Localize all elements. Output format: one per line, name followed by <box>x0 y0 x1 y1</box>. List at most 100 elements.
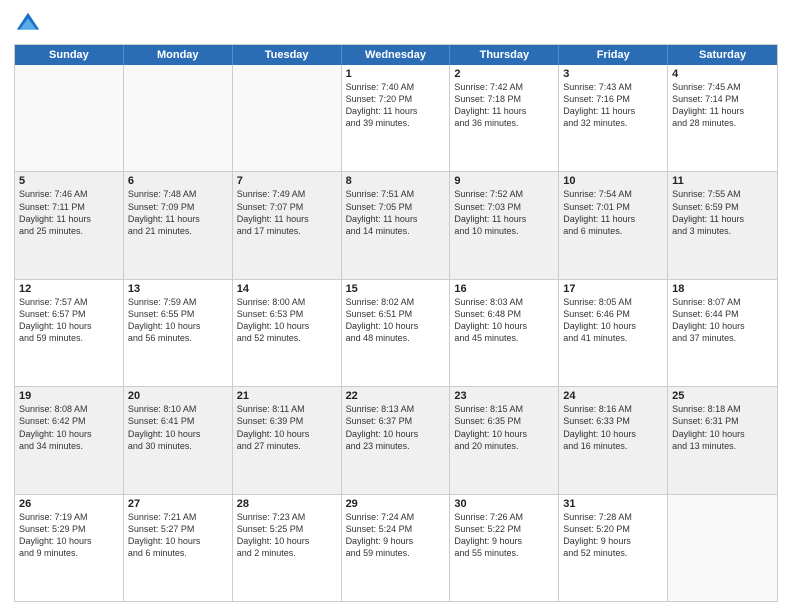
cell-text: Sunrise: 7:46 AM Sunset: 7:11 PM Dayligh… <box>19 188 119 237</box>
cal-cell: 12Sunrise: 7:57 AM Sunset: 6:57 PM Dayli… <box>15 280 124 386</box>
day-number: 23 <box>454 390 554 402</box>
day-number: 9 <box>454 175 554 187</box>
day-number: 18 <box>672 283 773 295</box>
day-number: 6 <box>128 175 228 187</box>
day-number: 22 <box>346 390 446 402</box>
cell-text: Sunrise: 7:19 AM Sunset: 5:29 PM Dayligh… <box>19 511 119 560</box>
header-day-sunday: Sunday <box>15 45 124 65</box>
cal-cell: 25Sunrise: 8:18 AM Sunset: 6:31 PM Dayli… <box>668 387 777 493</box>
header <box>14 10 778 38</box>
cell-text: Sunrise: 8:10 AM Sunset: 6:41 PM Dayligh… <box>128 403 228 452</box>
cal-cell: 18Sunrise: 8:07 AM Sunset: 6:44 PM Dayli… <box>668 280 777 386</box>
day-number: 29 <box>346 498 446 510</box>
cell-text: Sunrise: 8:13 AM Sunset: 6:37 PM Dayligh… <box>346 403 446 452</box>
cal-cell: 10Sunrise: 7:54 AM Sunset: 7:01 PM Dayli… <box>559 172 668 278</box>
day-number: 28 <box>237 498 337 510</box>
day-number: 2 <box>454 68 554 80</box>
cal-cell: 14Sunrise: 8:00 AM Sunset: 6:53 PM Dayli… <box>233 280 342 386</box>
header-day-friday: Friday <box>559 45 668 65</box>
cell-text: Sunrise: 7:51 AM Sunset: 7:05 PM Dayligh… <box>346 188 446 237</box>
day-number: 10 <box>563 175 663 187</box>
cal-cell: 28Sunrise: 7:23 AM Sunset: 5:25 PM Dayli… <box>233 495 342 601</box>
cal-cell <box>233 65 342 171</box>
day-number: 7 <box>237 175 337 187</box>
cal-cell: 8Sunrise: 7:51 AM Sunset: 7:05 PM Daylig… <box>342 172 451 278</box>
week-row-5: 26Sunrise: 7:19 AM Sunset: 5:29 PM Dayli… <box>15 495 777 601</box>
week-row-4: 19Sunrise: 8:08 AM Sunset: 6:42 PM Dayli… <box>15 387 777 494</box>
cal-cell <box>124 65 233 171</box>
logo <box>14 10 46 38</box>
cal-cell: 11Sunrise: 7:55 AM Sunset: 6:59 PM Dayli… <box>668 172 777 278</box>
cal-cell: 16Sunrise: 8:03 AM Sunset: 6:48 PM Dayli… <box>450 280 559 386</box>
cell-text: Sunrise: 7:40 AM Sunset: 7:20 PM Dayligh… <box>346 81 446 130</box>
day-number: 17 <box>563 283 663 295</box>
day-number: 11 <box>672 175 773 187</box>
day-number: 24 <box>563 390 663 402</box>
cell-text: Sunrise: 8:08 AM Sunset: 6:42 PM Dayligh… <box>19 403 119 452</box>
day-number: 14 <box>237 283 337 295</box>
cal-cell: 21Sunrise: 8:11 AM Sunset: 6:39 PM Dayli… <box>233 387 342 493</box>
cell-text: Sunrise: 7:24 AM Sunset: 5:24 PM Dayligh… <box>346 511 446 560</box>
cal-cell: 26Sunrise: 7:19 AM Sunset: 5:29 PM Dayli… <box>15 495 124 601</box>
day-number: 25 <box>672 390 773 402</box>
cell-text: Sunrise: 8:00 AM Sunset: 6:53 PM Dayligh… <box>237 296 337 345</box>
cell-text: Sunrise: 7:28 AM Sunset: 5:20 PM Dayligh… <box>563 511 663 560</box>
day-number: 5 <box>19 175 119 187</box>
cell-text: Sunrise: 8:05 AM Sunset: 6:46 PM Dayligh… <box>563 296 663 345</box>
week-row-3: 12Sunrise: 7:57 AM Sunset: 6:57 PM Dayli… <box>15 280 777 387</box>
cal-cell: 19Sunrise: 8:08 AM Sunset: 6:42 PM Dayli… <box>15 387 124 493</box>
cal-cell: 1Sunrise: 7:40 AM Sunset: 7:20 PM Daylig… <box>342 65 451 171</box>
cal-cell: 7Sunrise: 7:49 AM Sunset: 7:07 PM Daylig… <box>233 172 342 278</box>
day-number: 15 <box>346 283 446 295</box>
day-number: 31 <box>563 498 663 510</box>
cell-text: Sunrise: 7:54 AM Sunset: 7:01 PM Dayligh… <box>563 188 663 237</box>
day-number: 16 <box>454 283 554 295</box>
cal-cell: 23Sunrise: 8:15 AM Sunset: 6:35 PM Dayli… <box>450 387 559 493</box>
cell-text: Sunrise: 7:59 AM Sunset: 6:55 PM Dayligh… <box>128 296 228 345</box>
day-number: 1 <box>346 68 446 80</box>
day-number: 26 <box>19 498 119 510</box>
day-number: 19 <box>19 390 119 402</box>
week-row-2: 5Sunrise: 7:46 AM Sunset: 7:11 PM Daylig… <box>15 172 777 279</box>
day-number: 3 <box>563 68 663 80</box>
calendar-body: 1Sunrise: 7:40 AM Sunset: 7:20 PM Daylig… <box>15 65 777 601</box>
cell-text: Sunrise: 7:21 AM Sunset: 5:27 PM Dayligh… <box>128 511 228 560</box>
cal-cell: 13Sunrise: 7:59 AM Sunset: 6:55 PM Dayli… <box>124 280 233 386</box>
cal-cell: 6Sunrise: 7:48 AM Sunset: 7:09 PM Daylig… <box>124 172 233 278</box>
cal-cell: 5Sunrise: 7:46 AM Sunset: 7:11 PM Daylig… <box>15 172 124 278</box>
cell-text: Sunrise: 7:43 AM Sunset: 7:16 PM Dayligh… <box>563 81 663 130</box>
cell-text: Sunrise: 7:42 AM Sunset: 7:18 PM Dayligh… <box>454 81 554 130</box>
page: SundayMondayTuesdayWednesdayThursdayFrid… <box>0 0 792 612</box>
cal-cell: 24Sunrise: 8:16 AM Sunset: 6:33 PM Dayli… <box>559 387 668 493</box>
header-day-tuesday: Tuesday <box>233 45 342 65</box>
day-number: 30 <box>454 498 554 510</box>
cal-cell: 3Sunrise: 7:43 AM Sunset: 7:16 PM Daylig… <box>559 65 668 171</box>
cal-cell: 9Sunrise: 7:52 AM Sunset: 7:03 PM Daylig… <box>450 172 559 278</box>
cell-text: Sunrise: 7:48 AM Sunset: 7:09 PM Dayligh… <box>128 188 228 237</box>
cell-text: Sunrise: 8:15 AM Sunset: 6:35 PM Dayligh… <box>454 403 554 452</box>
day-number: 27 <box>128 498 228 510</box>
cell-text: Sunrise: 8:07 AM Sunset: 6:44 PM Dayligh… <box>672 296 773 345</box>
cell-text: Sunrise: 7:45 AM Sunset: 7:14 PM Dayligh… <box>672 81 773 130</box>
cell-text: Sunrise: 8:02 AM Sunset: 6:51 PM Dayligh… <box>346 296 446 345</box>
header-day-saturday: Saturday <box>668 45 777 65</box>
cell-text: Sunrise: 7:55 AM Sunset: 6:59 PM Dayligh… <box>672 188 773 237</box>
cell-text: Sunrise: 7:23 AM Sunset: 5:25 PM Dayligh… <box>237 511 337 560</box>
calendar: SundayMondayTuesdayWednesdayThursdayFrid… <box>14 44 778 602</box>
cal-cell: 15Sunrise: 8:02 AM Sunset: 6:51 PM Dayli… <box>342 280 451 386</box>
header-day-thursday: Thursday <box>450 45 559 65</box>
logo-icon <box>14 10 42 38</box>
cell-text: Sunrise: 7:52 AM Sunset: 7:03 PM Dayligh… <box>454 188 554 237</box>
cell-text: Sunrise: 8:18 AM Sunset: 6:31 PM Dayligh… <box>672 403 773 452</box>
cal-cell <box>15 65 124 171</box>
cal-cell: 17Sunrise: 8:05 AM Sunset: 6:46 PM Dayli… <box>559 280 668 386</box>
cal-cell: 30Sunrise: 7:26 AM Sunset: 5:22 PM Dayli… <box>450 495 559 601</box>
cal-cell: 27Sunrise: 7:21 AM Sunset: 5:27 PM Dayli… <box>124 495 233 601</box>
calendar-header: SundayMondayTuesdayWednesdayThursdayFrid… <box>15 45 777 65</box>
cal-cell: 20Sunrise: 8:10 AM Sunset: 6:41 PM Dayli… <box>124 387 233 493</box>
header-day-wednesday: Wednesday <box>342 45 451 65</box>
cal-cell <box>668 495 777 601</box>
cal-cell: 22Sunrise: 8:13 AM Sunset: 6:37 PM Dayli… <box>342 387 451 493</box>
cell-text: Sunrise: 8:03 AM Sunset: 6:48 PM Dayligh… <box>454 296 554 345</box>
cell-text: Sunrise: 8:11 AM Sunset: 6:39 PM Dayligh… <box>237 403 337 452</box>
